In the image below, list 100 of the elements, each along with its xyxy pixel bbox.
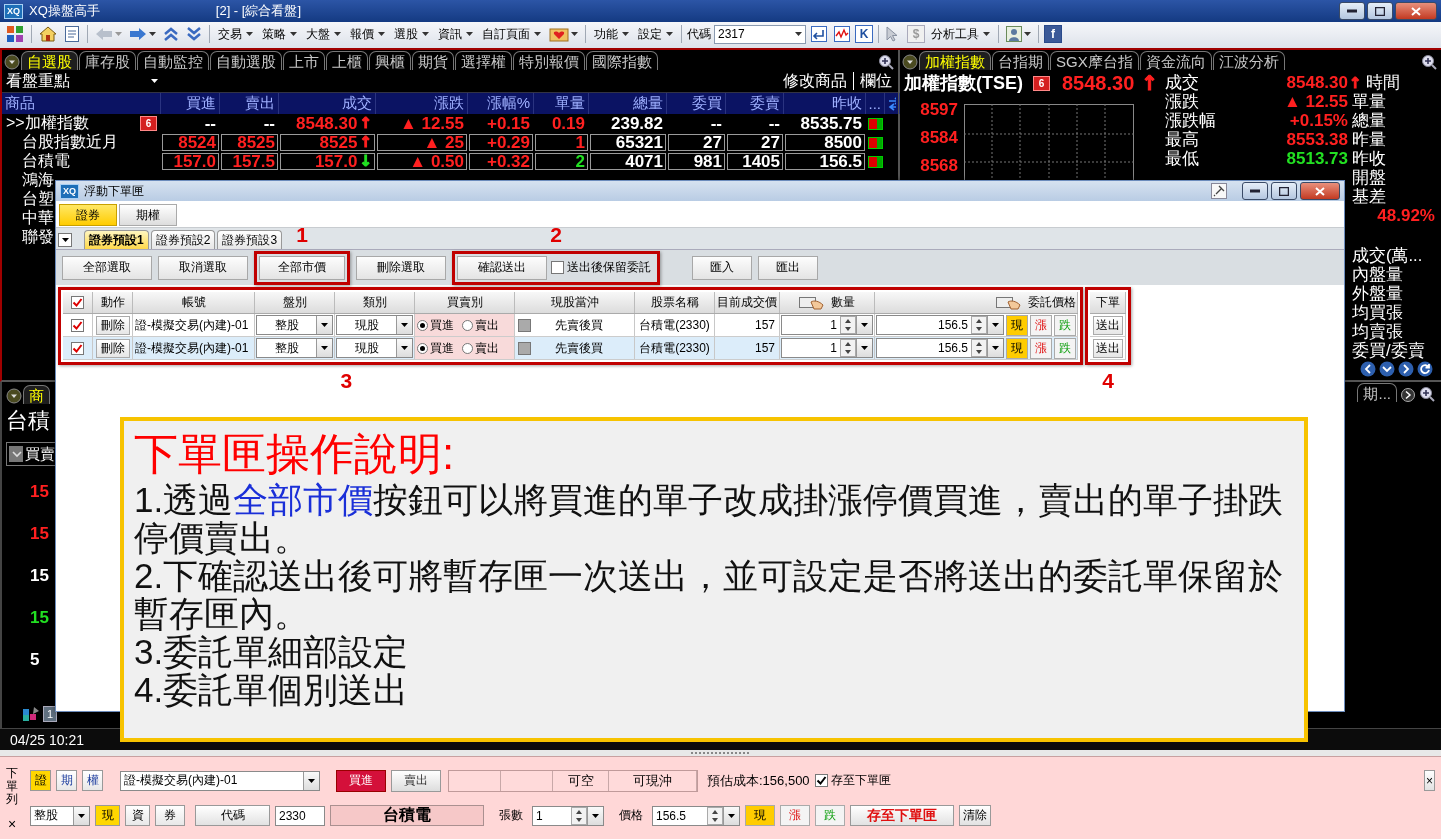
price-preset-button[interactable]: 漲: [780, 805, 810, 826]
edit-items-button[interactable]: 修改商品: [781, 70, 849, 92]
board-select[interactable]: 整股: [256, 338, 333, 358]
radio-icon[interactable]: [462, 319, 473, 331]
tab[interactable]: 國際指數: [586, 51, 658, 70]
preset-tab[interactable]: 證券預設3: [217, 230, 283, 249]
zoom-in-icon[interactable]: [1419, 386, 1435, 402]
delete-button[interactable]: 刪除: [95, 338, 130, 358]
menu-item[interactable]: 設定: [635, 23, 676, 45]
price-preset-button[interactable]: 現: [1006, 314, 1028, 336]
close-button[interactable]: [1395, 2, 1437, 20]
apps-button[interactable]: [4, 23, 26, 45]
side-radio[interactable]: 買進: [417, 339, 454, 357]
tab[interactable]: 資金流向: [1139, 51, 1212, 70]
board-select[interactable]: 整股: [30, 805, 90, 826]
side-radio[interactable]: 賣出: [462, 339, 499, 357]
price-input[interactable]: 156.5: [876, 338, 1004, 358]
tab[interactable]: 自動選股: [210, 51, 282, 70]
quantity-input[interactable]: 1: [532, 805, 604, 826]
columns-button[interactable]: 欄位: [858, 70, 894, 92]
side-button[interactable]: 賣出: [391, 769, 441, 792]
tab[interactable]: 期貨: [412, 51, 454, 70]
column-header[interactable]: 漲跌: [376, 93, 468, 114]
order-row[interactable]: 刪除 證-模擬交易(內建)-01 整股 現股 買進 賣出 先賣後買 台積電(2330) 157 1 156.5 現 漲 跌: [63, 314, 1078, 337]
quantity-input[interactable]: 1: [781, 338, 873, 358]
column-header[interactable]: 漲幅%: [468, 93, 534, 114]
menu-item[interactable]: 功能: [591, 23, 632, 45]
price-preset-button[interactable]: 現: [745, 805, 775, 826]
dropdown-circle-icon[interactable]: [6, 388, 22, 404]
next-page-icon[interactable]: [1401, 388, 1415, 402]
save-checkbox[interactable]: [814, 774, 828, 787]
column-header[interactable]: ...: [866, 93, 885, 114]
column-header[interactable]: 單量: [534, 93, 589, 114]
chart-button[interactable]: [832, 23, 852, 45]
k-chart-button[interactable]: K: [855, 25, 873, 43]
type-select[interactable]: 現股: [336, 338, 413, 358]
close-button[interactable]: ×: [7, 816, 17, 831]
menu-item[interactable]: 報價: [347, 23, 388, 45]
market-tab[interactable]: 證券: [59, 204, 117, 226]
send-button[interactable]: 送出: [1092, 338, 1123, 358]
code-button[interactable]: 代碼: [195, 805, 270, 826]
price-input[interactable]: 156.5: [876, 315, 1004, 335]
tab[interactable]: 特別報價: [513, 51, 585, 70]
next-button[interactable]: [1398, 361, 1414, 377]
account-select[interactable]: 證-模擬交易(內建)-01: [120, 770, 320, 791]
action-button[interactable]: 全部選取: [62, 255, 152, 280]
radio-icon[interactable]: [462, 342, 473, 354]
social-button[interactable]: f: [1044, 25, 1062, 43]
column-header[interactable]: 股票名稱: [635, 292, 715, 313]
action-button[interactable]: 匯出: [758, 255, 818, 280]
refresh-button[interactable]: [1417, 361, 1433, 377]
tab[interactable]: 選擇權: [455, 51, 512, 70]
tab[interactable]: 興櫃: [369, 51, 411, 70]
pin-button[interactable]: [1211, 183, 1227, 199]
side-radio[interactable]: 買進: [417, 316, 454, 334]
menu-item[interactable]: 交易: [215, 23, 256, 45]
column-header[interactable]: 委賣: [726, 93, 784, 114]
credit-tab[interactable]: 現: [95, 805, 120, 826]
column-header[interactable]: 買賣別: [415, 292, 515, 313]
side-radio[interactable]: 賣出: [462, 316, 499, 334]
menu-item[interactable]: 資訊: [435, 23, 476, 45]
column-header[interactable]: 帳號: [133, 292, 255, 313]
column-header[interactable]: 目前成交價: [715, 292, 780, 313]
minimize-button[interactable]: [1339, 2, 1365, 20]
tab[interactable]: SGX摩台指: [1050, 51, 1139, 70]
delete-button[interactable]: 刪除: [95, 315, 130, 335]
column-header[interactable]: 盤別: [255, 292, 335, 313]
daytrade-checkbox[interactable]: [518, 318, 531, 332]
type-select[interactable]: 現股: [336, 315, 413, 335]
keep-orders-checkbox[interactable]: [551, 261, 564, 274]
save-to-box-button[interactable]: 存至下單匣: [850, 805, 954, 826]
dropdown-circle-icon[interactable]: [902, 54, 918, 70]
spinner-icon[interactable]: [971, 316, 987, 334]
menu-item[interactable]: 大盤: [303, 23, 344, 45]
credit-tab[interactable]: 券: [155, 805, 185, 826]
enter-button[interactable]: [809, 23, 829, 45]
menu-item[interactable]: 分析工具: [928, 23, 993, 45]
price-preset-button[interactable]: 現: [1006, 337, 1028, 359]
tab[interactable]: 自選股: [21, 51, 78, 70]
tab[interactable]: 加權指數: [919, 51, 991, 70]
menu-item[interactable]: 策略: [259, 23, 300, 45]
radio-icon[interactable]: [417, 342, 428, 354]
column-header[interactable]: 總量: [589, 93, 667, 114]
action-button[interactable]: 全部市價: [259, 255, 345, 280]
restore-button[interactable]: [1367, 2, 1393, 20]
credit-tab[interactable]: 資: [125, 805, 150, 826]
minimize-button[interactable]: [1242, 182, 1268, 200]
preset-tab[interactable]: 證券預設1: [84, 230, 149, 249]
clear-button[interactable]: 清除: [959, 805, 991, 826]
column-header[interactable]: 委託價格: [1028, 294, 1076, 311]
market-tab[interactable]: 權: [82, 770, 103, 791]
close-button[interactable]: ×: [1424, 770, 1435, 791]
side-button[interactable]: 買進: [336, 769, 386, 792]
spinner-icon[interactable]: [571, 806, 587, 825]
market-tab[interactable]: 證: [30, 770, 51, 791]
preset-tab[interactable]: 證券預設2: [150, 230, 216, 249]
dropdown-circle-icon[interactable]: [4, 54, 20, 70]
column-header[interactable]: 成交: [279, 93, 376, 114]
spinner-icon[interactable]: [707, 806, 723, 825]
confirm-send-button[interactable]: 確認送出: [457, 255, 547, 280]
